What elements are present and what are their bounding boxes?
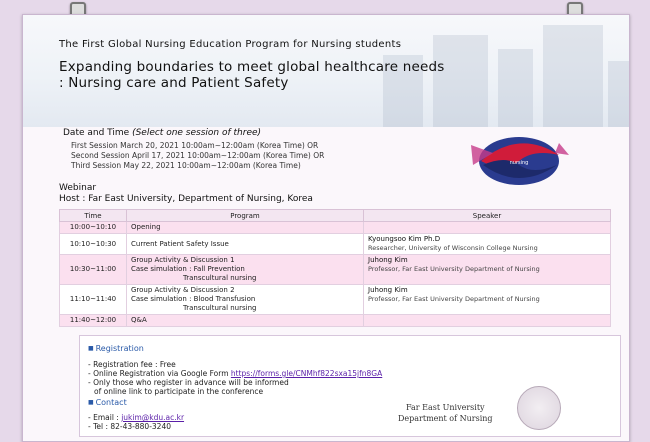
program-line: Transcultural nursing: [183, 304, 257, 312]
email-label: - Email :: [88, 413, 122, 422]
header-time: Time: [59, 209, 127, 222]
table-row: 10:30~11:00 Group Activity & Discussion …: [59, 254, 611, 285]
row-program: Current Patient Safety Issue: [126, 233, 364, 255]
row-time: 10:00~10:10: [59, 221, 127, 234]
program-line: Transcultural nursing: [183, 274, 257, 282]
row-speaker: [363, 221, 611, 234]
row-speaker: Juhong Kim Professor, Far East Universit…: [363, 284, 611, 315]
program-table: Time Program Speaker 10:00~10:10 Opening…: [59, 209, 611, 327]
row-time: 10:30~11:00: [59, 254, 127, 285]
contact-heading: Contact: [88, 398, 127, 407]
table-row: 10:10~10:30 Current Patient Safety Issue…: [59, 233, 611, 255]
university-seal: [517, 386, 561, 430]
poster: The First Global Nursing Education Progr…: [22, 14, 630, 442]
global-nursing-logo: nursing: [471, 137, 569, 185]
table-row: 10:00~10:10 Opening: [59, 221, 611, 234]
header-banner: The First Global Nursing Education Progr…: [23, 15, 629, 127]
signature-line-2: Department of Nursing: [398, 414, 493, 423]
row-speaker: Juhong Kim Professor, Far East Universit…: [363, 254, 611, 285]
registration-notice: - Only those who register in advance wil…: [88, 378, 289, 387]
webinar-label: Webinar: [59, 183, 97, 193]
table-row: 11:10~11:40 Group Activity & Discussion …: [59, 284, 611, 315]
program-line: Group Activity & Discussion 2: [131, 286, 235, 294]
online-registration-label: - Online Registration via Google Form: [88, 369, 231, 378]
session-note: (Select one session of three): [132, 128, 262, 138]
speaker-name: Juhong Kim: [368, 256, 408, 264]
speaker-name: Kyoungsoo Kim Ph.D: [368, 235, 441, 243]
registration-fee: - Registration fee : Free: [88, 360, 176, 369]
table-row: 11:40~12:00 Q&A: [59, 314, 611, 327]
date-time-label: Date and Time: [63, 128, 133, 138]
table-header-row: Time Program Speaker: [59, 209, 611, 222]
row-time: 10:10~10:30: [59, 233, 127, 255]
online-registration: - Online Registration via Google Form ht…: [88, 369, 382, 378]
date-time-heading: Date and Time (Select one session of thr…: [63, 128, 261, 138]
program-line: Case simulation : Blood Transfusion: [131, 295, 256, 303]
row-program: Q&A: [126, 314, 364, 327]
speaker-affiliation: Professor, Far East University Departmen…: [368, 295, 540, 303]
session-first: First Session March 20, 2021 10:00am~12:…: [71, 141, 319, 150]
host-line: Host : Far East University, Department o…: [59, 194, 313, 204]
session-third: Third Session May 22, 2021 10:00am~12:00…: [71, 161, 301, 170]
program-subtitle: Expanding boundaries to meet global heal…: [59, 59, 444, 91]
row-time: 11:40~12:00: [59, 314, 127, 327]
registration-heading: Registration: [88, 344, 144, 353]
signature: Far East University Department of Nursin…: [398, 402, 493, 424]
registration-notice-cont: of online link to participate in the con…: [94, 387, 264, 396]
program-line: Group Activity & Discussion 1: [131, 256, 235, 264]
signature-line-1: Far East University: [406, 403, 485, 412]
header-program: Program: [126, 209, 364, 222]
contact-tel: - Tel : 82-43-880-3240: [88, 422, 171, 431]
program-title: The First Global Nursing Education Progr…: [59, 39, 402, 50]
speaker-affiliation: Researcher, University of Wisconsin Coll…: [368, 244, 538, 252]
google-form-link[interactable]: https://forms.gle/CNMhf822sxa15jfn8GA: [231, 369, 382, 378]
svg-text:nursing: nursing: [510, 160, 529, 166]
row-time: 11:10~11:40: [59, 284, 127, 315]
speaker-name: Juhong Kim: [368, 286, 408, 294]
speaker-affiliation: Professor, Far East University Departmen…: [368, 265, 540, 273]
row-program: Opening: [126, 221, 364, 234]
subtitle-line-2: : Nursing care and Patient Safety: [59, 75, 289, 91]
contact-email: - Email : jukim@kdu.ac.kr: [88, 413, 184, 422]
session-second: Second Session April 17, 2021 10:00am~12…: [71, 151, 325, 160]
webinar-info: Webinar Host : Far East University, Depa…: [59, 183, 313, 205]
row-speaker: Kyoungsoo Kim Ph.D Researcher, Universit…: [363, 233, 611, 255]
subtitle-line-1: Expanding boundaries to meet global heal…: [59, 59, 445, 75]
email-link[interactable]: jukim@kdu.ac.kr: [121, 413, 184, 422]
row-speaker: [363, 314, 611, 327]
row-program: Group Activity & Discussion 2 Case simul…: [126, 284, 364, 315]
row-program: Group Activity & Discussion 1 Case simul…: [126, 254, 364, 285]
header-speaker: Speaker: [363, 209, 611, 222]
registration-contact-box: Registration - Registration fee : Free -…: [79, 335, 621, 437]
session-list: First Session March 20, 2021 10:00am~12:…: [71, 141, 324, 171]
program-line: Case simulation : Fall Prevention: [131, 265, 245, 273]
